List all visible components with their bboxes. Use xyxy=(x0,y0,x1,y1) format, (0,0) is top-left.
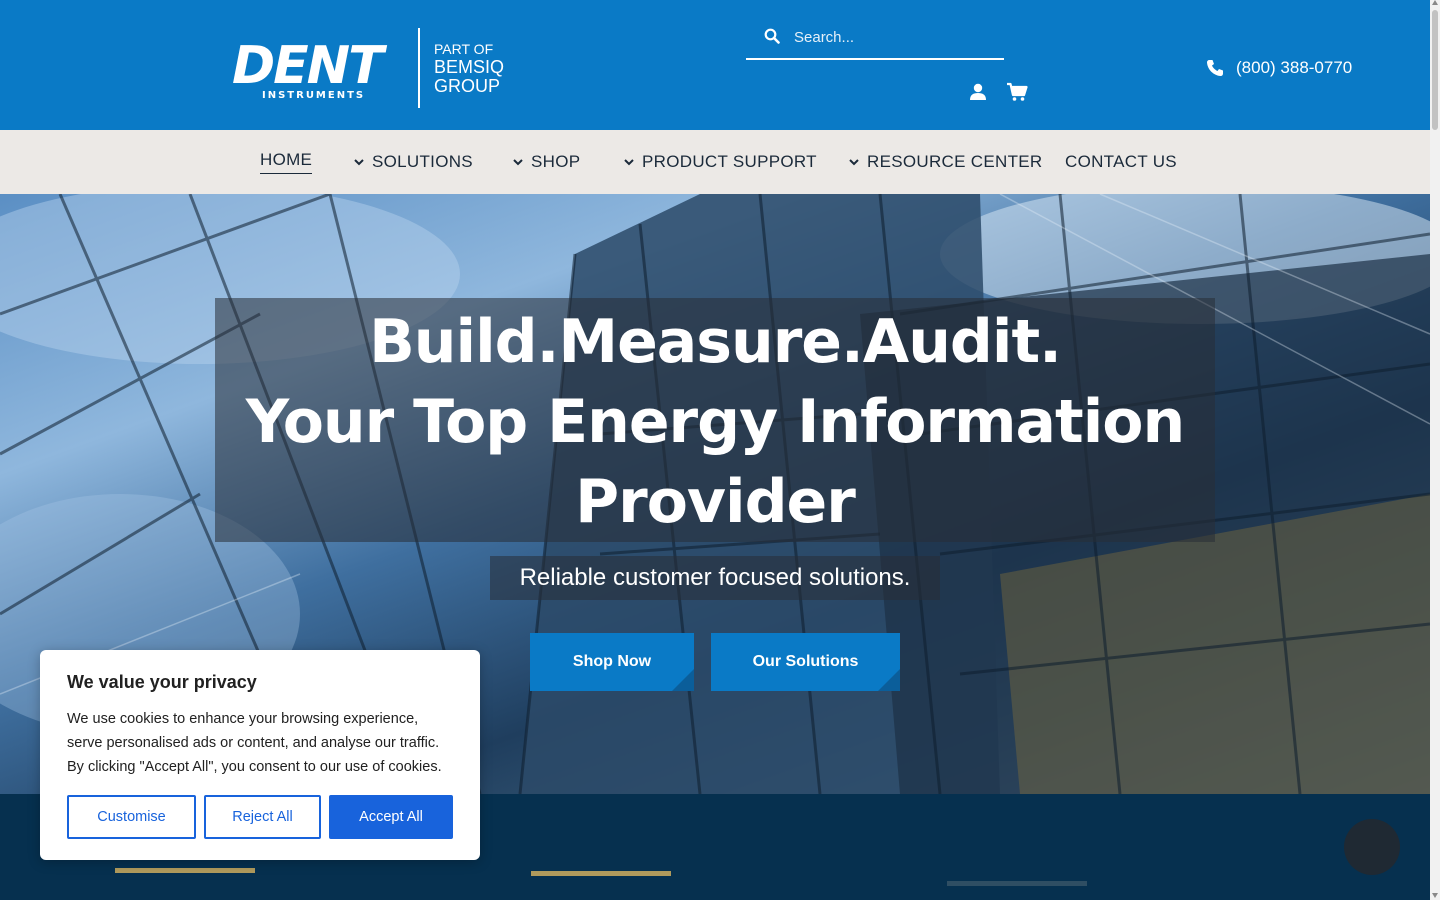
page-scrollbar[interactable] xyxy=(1430,0,1440,900)
hero-title-line-3: Provider xyxy=(575,467,856,537)
nav-item-home[interactable]: HOME xyxy=(260,130,313,194)
phone-number: (800) 388-0770 xyxy=(1236,58,1353,77)
our-solutions-button[interactable]: Our Solutions xyxy=(711,633,900,691)
phone-link[interactable]: (800) 388-0770 xyxy=(1206,56,1352,80)
logo-part-of: PART OF xyxy=(434,41,494,57)
hero-subtitle: Reliable customer focused solutions. xyxy=(519,564,911,591)
logo-group-text: PART OF BEMSIQ GROUP xyxy=(434,40,504,96)
reject-all-button[interactable]: Reject All xyxy=(204,795,321,839)
nav-item-product-support[interactable]: PRODUCT SUPPORT xyxy=(624,130,817,194)
logo-wordmark: DENT xyxy=(232,36,384,96)
nav-item-resource-center[interactable]: RESOURCE CENTER xyxy=(849,130,1042,194)
accent-line xyxy=(947,881,1087,886)
dent-logo[interactable]: DENT INSTRUMENTS PART OF BEMSIQ GROUP xyxy=(232,28,512,108)
logo-divider xyxy=(418,28,420,108)
nav-label: HOME xyxy=(260,150,313,174)
hero-title-line-2: Your Top Energy Information xyxy=(245,387,1185,457)
chat-widget-button[interactable] xyxy=(1344,819,1400,875)
scroll-up-arrow-icon[interactable] xyxy=(1432,0,1438,5)
chevron-down-icon xyxy=(354,159,364,166)
cookie-consent-banner: We value your privacy We use cookies to … xyxy=(40,650,480,860)
nav-item-solutions[interactable]: SOLUTIONS xyxy=(354,130,473,194)
shop-now-button[interactable]: Shop Now xyxy=(530,633,694,691)
user-account-icon[interactable] xyxy=(968,82,988,102)
search-input[interactable] xyxy=(794,24,994,50)
chevron-down-icon xyxy=(513,159,523,166)
nav-item-contact-us[interactable]: CONTACT US xyxy=(1065,130,1177,194)
nav-label: SHOP xyxy=(531,152,581,171)
logo-group-name-2: GROUP xyxy=(434,76,501,96)
main-nav: HOME SOLUTIONS SHOP PRODUCT SUPPORT RESO… xyxy=(0,130,1430,194)
top-header: DENT INSTRUMENTS PART OF BEMSIQ GROUP (8… xyxy=(0,0,1430,130)
logo-subtitle: INSTRUMENTS xyxy=(262,90,366,101)
logo-group-name-1: BEMSIQ xyxy=(434,57,505,77)
accent-line xyxy=(531,871,671,876)
search-icon[interactable] xyxy=(764,28,780,44)
nav-label: RESOURCE CENTER xyxy=(867,152,1043,171)
accent-line xyxy=(115,868,255,873)
search-bar xyxy=(746,14,1004,60)
nav-item-shop[interactable]: SHOP xyxy=(513,130,580,194)
chevron-down-icon xyxy=(624,159,634,166)
hero-title: Build.Measure.Audit. Your Top Energy Inf… xyxy=(215,302,1215,542)
accept-all-button[interactable]: Accept All xyxy=(329,795,453,839)
scroll-thumb[interactable] xyxy=(1432,10,1438,130)
hero-title-line-1: Build.Measure.Audit. xyxy=(369,307,1062,377)
customise-button[interactable]: Customise xyxy=(67,795,196,839)
nav-label: CONTACT US xyxy=(1065,152,1177,171)
cookie-text: We use cookies to enhance your browsing … xyxy=(67,711,442,775)
cart-icon[interactable] xyxy=(1006,82,1028,102)
nav-label: SOLUTIONS xyxy=(372,152,473,171)
chevron-down-icon xyxy=(849,159,859,166)
phone-icon xyxy=(1207,60,1223,76)
nav-label: PRODUCT SUPPORT xyxy=(642,152,817,171)
scroll-down-arrow-icon[interactable] xyxy=(1432,893,1438,898)
cookie-title: We value your privacy xyxy=(67,672,257,692)
